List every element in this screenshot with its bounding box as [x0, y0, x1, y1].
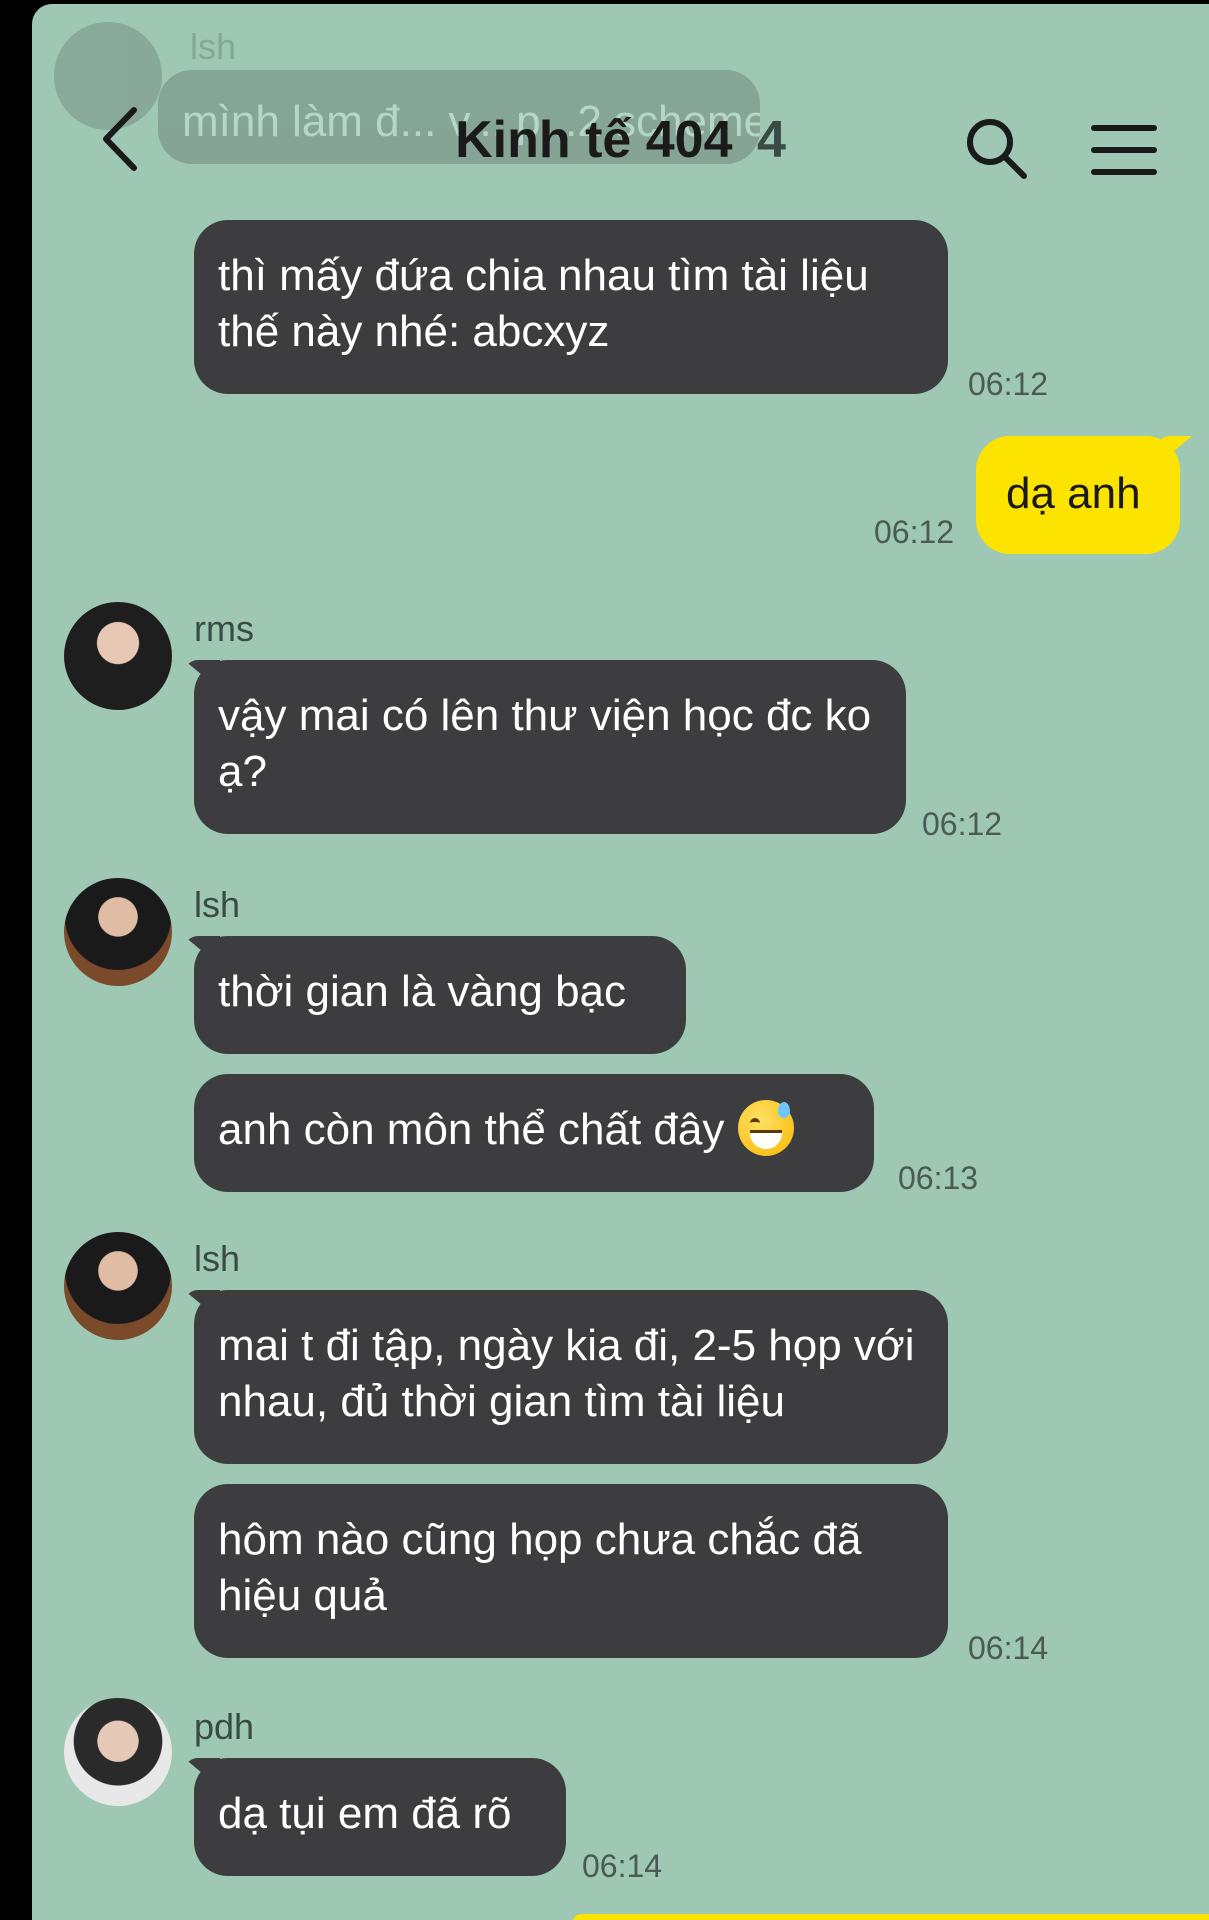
group-name: Kinh tế 404 — [455, 111, 733, 169]
member-count: 4 — [756, 111, 786, 169]
message-time: 06:12 — [968, 366, 1049, 402]
sender-name: lsh — [194, 884, 241, 925]
search-icon — [967, 119, 1027, 179]
chat-screen: lsh mình làm đ... v... p...2 scheme Kinh… — [32, 4, 1209, 1920]
avatar[interactable] — [64, 1232, 172, 1340]
chat-header: Kinh tế 404 4 — [32, 74, 1209, 204]
message-time: 06:14 — [582, 1848, 663, 1884]
avatar[interactable] — [64, 878, 172, 986]
sender-name: rms — [194, 608, 254, 649]
message-bubble[interactable]: thời gian là vàng bạc — [194, 936, 686, 1054]
sender-name: pdh — [194, 1706, 255, 1747]
my-message-bubble[interactable]: dạ anh — [976, 436, 1180, 554]
message-bubble[interactable]: thì mấy đứa chia nhau tìm tài liệu thế n… — [194, 220, 948, 394]
grinning-sweat-emoji — [738, 1100, 795, 1157]
sender-name: lsh — [194, 1238, 241, 1279]
message-time: 06:13 — [898, 1160, 979, 1196]
message-time: 06:12 — [874, 514, 955, 550]
message-bubble[interactable]: hôm nào cũng họp chưa chắc đã hiệu quả — [194, 1484, 948, 1658]
message-time: 06:14 — [968, 1630, 1049, 1666]
avatar[interactable] — [64, 602, 172, 710]
menu-icon — [1091, 125, 1157, 175]
message-bubble[interactable]: dạ tụi em đã rõ — [194, 1758, 566, 1876]
chat-title: Kinh tế 404 4 — [32, 110, 1209, 170]
sender-name: lsh — [190, 26, 237, 67]
message-text: anh còn môn thể chất đây — [218, 1105, 725, 1154]
avatar[interactable] — [64, 1698, 172, 1806]
search-button[interactable] — [962, 114, 1032, 184]
my-message-bubble-partial — [572, 1914, 1209, 1920]
message-bubble[interactable]: mai t đi tập, ngày kia đi, 2-5 họp với n… — [194, 1290, 948, 1464]
message-bubble[interactable]: anh còn môn thể chất đây — [194, 1074, 874, 1192]
menu-button[interactable] — [1090, 120, 1160, 180]
message-bubble[interactable]: vậy mai có lên thư viện học đc ko ạ? — [194, 660, 906, 834]
message-time: 06:12 — [922, 806, 1003, 842]
